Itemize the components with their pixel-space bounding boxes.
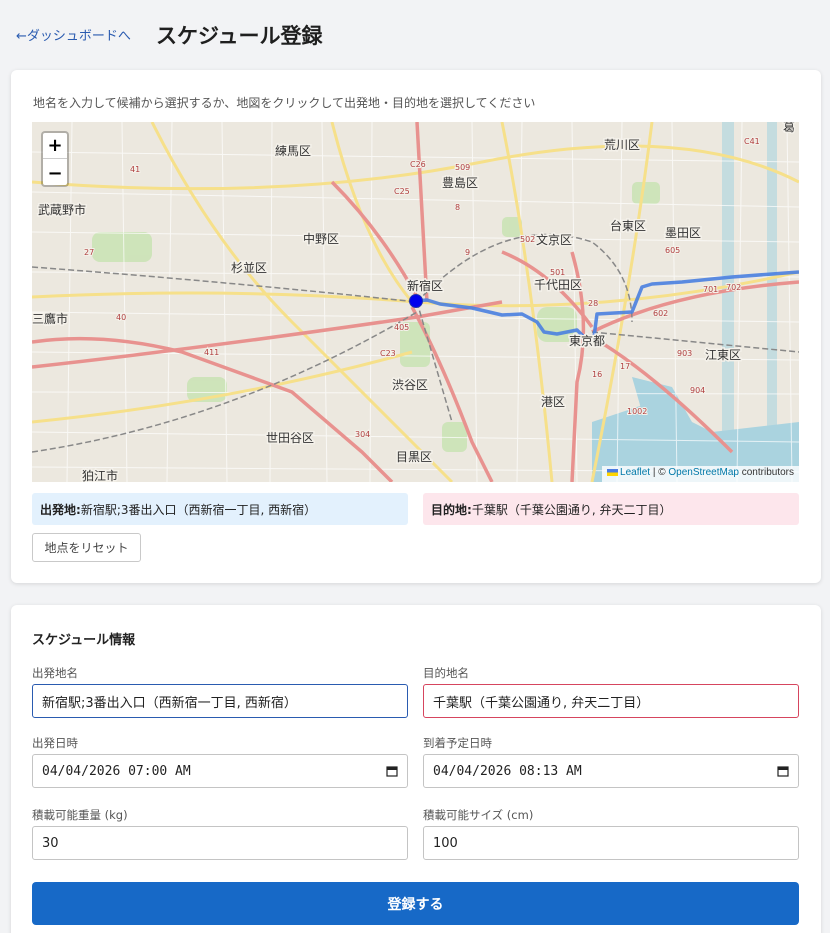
map-view[interactable]: 練馬区豊島区 荒川区 葛武蔵野市中野区 文京区 台東区墨田区杉並区新宿区 千代田区三鷹市東… (32, 122, 799, 482)
zoom-out-button[interactable]: − (43, 160, 67, 186)
district-label: 東京都 (569, 334, 605, 348)
road-number-label: 1002 (627, 407, 647, 416)
page-title: スケジュール登録 (156, 24, 323, 48)
back-to-dashboard-link[interactable]: ←ダッシュボードへ (16, 25, 131, 44)
origin-name-label: 出発地名 (32, 666, 78, 680)
size-input[interactable]: 100 (423, 826, 799, 860)
departure-datetime-value: 04/04/2026 07:00 AM (42, 763, 191, 779)
road-number-label: 411 (204, 348, 219, 357)
zoom-control: + − (41, 131, 69, 187)
map-instruction: 地名を入力して候補から選択するか、地図をクリックして出発地・目的地を選択してくだ… (33, 96, 536, 110)
district-label: 目黒区 (396, 450, 432, 464)
road-number-label: 605 (665, 246, 680, 255)
weight-label: 積載可能重量 (kg) (32, 808, 128, 822)
district-label: 狛江市 (82, 468, 118, 482)
district-label: 港区 (541, 395, 565, 409)
road-number-label: 304 (355, 430, 370, 439)
road-number-label: 903 (677, 349, 692, 358)
road-number-label: 16 (592, 370, 602, 379)
section-title: スケジュール情報 (32, 633, 136, 648)
district-label: 豊島区 (442, 175, 478, 190)
origin-summary-value: 新宿駅;3番出入口（西新宿一丁目, 西新宿） (80, 503, 317, 517)
road-number-label: 701 (703, 285, 718, 294)
attribution-separator: | © (650, 467, 669, 478)
origin-summary: 出発地:新宿駅;3番出入口（西新宿一丁目, 西新宿） (32, 493, 408, 525)
district-label: 台東区 (610, 218, 646, 233)
reset-points-button[interactable]: 地点をリセット (32, 533, 141, 562)
calendar-icon[interactable] (386, 765, 398, 777)
road-number-label: 40 (116, 313, 126, 322)
road-number-label: 502 (520, 235, 535, 244)
road-number-label: 602 (653, 309, 668, 318)
arrival-datetime-label: 到着予定日時 (423, 736, 492, 750)
road-number-label: 17 (620, 362, 630, 371)
destination-name-input[interactable]: 千葉駅（千葉公園通り, 弁天二丁目） (423, 684, 799, 718)
attribution-tail: contributors (738, 467, 794, 478)
destination-name-label: 目的地名 (423, 666, 469, 680)
departure-datetime-input[interactable]: 04/04/2026 07:00 AM (32, 754, 408, 788)
page-header: ←ダッシュボードへ スケジュール登録 (0, 0, 830, 70)
road-number-label: 41 (130, 165, 140, 174)
ukraine-flag-icon (607, 469, 619, 476)
map-card: 地名を入力して候補から選択するか、地図をクリックして出発地・目的地を選択してくだ… (11, 70, 821, 583)
zoom-in-button[interactable]: + (43, 133, 67, 159)
district-label: 武蔵野市 (38, 202, 86, 217)
calendar-icon[interactable] (777, 765, 789, 777)
district-label: 江東区 (705, 348, 741, 362)
road-number-label: 509 (455, 163, 470, 172)
road-number-label: C23 (380, 349, 396, 358)
road-number-label: 702 (726, 283, 741, 292)
destination-summary: 目的地:千葉駅（千葉公園通り, 弁天二丁目） (423, 493, 799, 525)
road-number-label: 9 (465, 248, 470, 257)
district-label: 渋谷区 (392, 378, 428, 392)
departure-datetime-label: 出発日時 (32, 736, 78, 750)
osm-link[interactable]: OpenStreetMap (668, 467, 739, 478)
road-number-label: 27 (84, 248, 94, 257)
district-label: 荒川区 (604, 138, 640, 152)
road-number-label: C25 (394, 187, 410, 196)
map-tiles: 練馬区豊島区 荒川区 葛武蔵野市中野区 文京区 台東区墨田区杉並区新宿区 千代田区三鷹市東… (32, 122, 799, 482)
district-label: 三鷹市 (32, 311, 68, 326)
district-label: 新宿区 (407, 278, 443, 293)
district-label: 文京区 (536, 232, 572, 247)
road-number-label: 405 (394, 323, 409, 332)
origin-name-input[interactable]: 新宿駅;3番出入口（西新宿一丁目, 西新宿） (32, 684, 408, 718)
submit-button[interactable]: 登録する (32, 882, 799, 925)
road-number-label: 501 (550, 268, 565, 277)
district-label: 中野区 (303, 231, 339, 246)
district-label: 世田谷区 (266, 431, 314, 445)
arrival-datetime-input[interactable]: 04/04/2026 08:13 AM (423, 754, 799, 788)
destination-summary-label: 目的地: (431, 503, 472, 517)
arrival-datetime-value: 04/04/2026 08:13 AM (433, 763, 582, 779)
map-attribution: Leaflet | © OpenStreetMap contributors (602, 466, 799, 482)
district-label: 千代田区 (534, 278, 582, 292)
destination-summary-value: 千葉駅（千葉公園通り, 弁天二丁目） (471, 503, 672, 517)
road-number-label: 904 (690, 386, 705, 395)
leaflet-link[interactable]: Leaflet (620, 467, 650, 478)
origin-marker (409, 294, 423, 308)
district-label: 杉並区 (231, 261, 267, 275)
origin-summary-label: 出発地: (40, 503, 81, 517)
district-label: 練馬区 (275, 144, 311, 158)
road-number-label: C26 (410, 160, 426, 169)
road-number-label: 8 (455, 203, 460, 212)
weight-input[interactable]: 30 (32, 826, 408, 860)
schedule-form-card: スケジュール情報 出発地名 新宿駅;3番出入口（西新宿一丁目, 西新宿） 目的地… (11, 605, 821, 933)
road-number-label: C41 (744, 137, 760, 146)
district-label: 葛 (783, 122, 795, 134)
road-number-label: 28 (588, 299, 598, 308)
district-label: 墨田区 (665, 226, 701, 240)
size-label: 積載可能サイズ (cm) (423, 808, 534, 822)
